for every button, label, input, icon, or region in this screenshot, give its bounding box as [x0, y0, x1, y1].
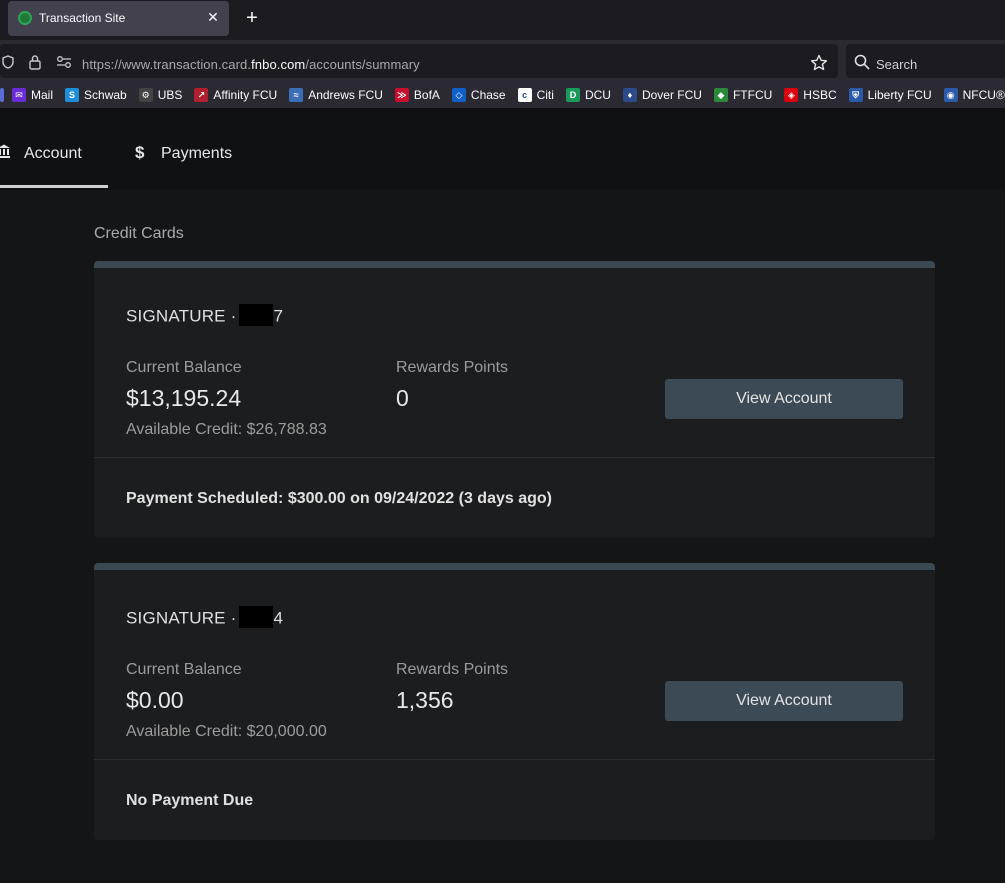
url-bar[interactable]: https://www.transaction.card.fnbo.com/ac…: [0, 44, 838, 78]
section-title: Credit Cards: [94, 225, 184, 242]
bookmark-label: Dover FCU: [641, 88, 702, 102]
tab-payments[interactable]: $ Payments: [132, 108, 252, 190]
bookmark-label: Schwab: [84, 88, 127, 102]
bookmark-chase[interactable]: ◇ Chase: [451, 88, 506, 102]
permissions-icon[interactable]: [56, 55, 72, 69]
bookmark-partial[interactable]: [0, 88, 4, 102]
bookmark-ftfcu[interactable]: ◆ FTFCU: [713, 88, 773, 102]
bookmark-label: DCU: [584, 88, 611, 102]
page-content: Account $ Payments Credit Cards SIGNATUR…: [0, 108, 1005, 883]
bookmark-ubs[interactable]: ⚙ UBS: [138, 88, 183, 102]
search-icon: [854, 54, 870, 70]
payment-status: Payment Scheduled: $300.00 on 09/24/2022…: [126, 490, 552, 507]
bookmark-label: Mail: [31, 88, 54, 102]
bookmark-label: BofA: [413, 88, 440, 102]
browser-tab-strip: Transaction Site ✕ +: [0, 0, 1005, 40]
bookmark-bofa[interactable]: ≫ BofA: [394, 88, 440, 102]
tab-account-label: Account: [24, 145, 82, 162]
active-tab-indicator: [0, 185, 108, 188]
credit-card-panel: SIGNATURE · 4 Current Balance $0.00 Avail…: [94, 563, 935, 840]
bookmark-label: HSBC: [803, 88, 837, 102]
tab-account[interactable]: Account: [0, 108, 108, 190]
nfcu-icon: ◉: [943, 88, 958, 102]
available-credit: Available Credit: $26,788.83: [126, 421, 327, 438]
bookmark-label: Liberty FCU: [867, 88, 932, 102]
bookmark-mail[interactable]: ✉ Mail: [12, 88, 53, 102]
bookmark-citi[interactable]: c Citi: [517, 88, 554, 102]
rewards-points: 0: [396, 385, 409, 411]
bookmark-hsbc[interactable]: ◈ HSBC: [784, 88, 837, 102]
card-name: SIGNATURE · 4: [126, 606, 283, 630]
tab-payments-label: Payments: [161, 145, 233, 162]
card-divider: [94, 457, 935, 458]
rewards-points: 1,356: [396, 687, 454, 713]
citi-icon: c: [517, 88, 532, 102]
card-accent-bar: [94, 563, 935, 570]
bookmark-label: Affinity FCU: [213, 88, 278, 102]
close-tab-icon[interactable]: ✕: [205, 9, 221, 25]
browser-navbar: https://www.transaction.card.fnbo.com/ac…: [0, 40, 1005, 82]
bookmark-label: UBS: [157, 88, 183, 102]
balance-label: Current Balance: [126, 661, 242, 678]
account-subnav: Account $ Payments: [0, 108, 1005, 190]
rewards-label: Rewards Points: [396, 359, 509, 376]
dollar-icon: $: [135, 143, 145, 162]
bookmark-schwab[interactable]: S Schwab: [65, 88, 127, 102]
url-text[interactable]: https://www.transaction.card.fnbo.com/ac…: [82, 57, 420, 72]
liberty-icon: ⛨: [848, 88, 863, 102]
search-placeholder: Search: [876, 57, 918, 72]
affinity-icon: ↗: [194, 88, 209, 102]
tab-title: Transaction Site: [39, 11, 126, 25]
current-balance: $0.00: [126, 687, 184, 713]
hsbc-icon: ◈: [784, 88, 799, 102]
bookmark-dcu[interactable]: D DCU: [565, 88, 611, 102]
new-tab-icon[interactable]: +: [243, 8, 261, 28]
bofa-icon: ≫: [394, 88, 409, 102]
bookmarks-toolbar: ✉ Mail S Schwab ⚙ UBS ↗ Affinity FCU ≈ Andrews FC…: [0, 82, 1005, 108]
ftfcu-icon: ◆: [713, 88, 728, 102]
redacted-block: [238, 304, 273, 326]
redacted-block: [238, 606, 273, 628]
chase-icon: ◇: [451, 88, 466, 102]
bookmark-dover-fcu[interactable]: ♦ Dover FCU: [622, 88, 702, 102]
card-accent-bar: [94, 261, 935, 268]
dover-icon: ♦: [622, 88, 637, 102]
ubs-icon: ⚙: [138, 88, 153, 102]
lock-icon[interactable]: [28, 54, 42, 70]
site-favicon-icon: [18, 11, 32, 25]
bookmark-star-icon[interactable]: [810, 54, 828, 72]
bookmark-partial-icon: [0, 88, 4, 102]
view-account-button[interactable]: View Account: [665, 379, 903, 419]
dcu-icon: D: [565, 88, 580, 102]
rewards-label: Rewards Points: [396, 661, 509, 678]
credit-card-panel: SIGNATURE · 7 Current Balance $13,195.24 …: [94, 261, 935, 538]
bookmark-label: NFCU®: [962, 88, 1005, 102]
shield-icon[interactable]: [1, 55, 15, 69]
card-name: SIGNATURE · 7: [126, 304, 283, 328]
current-balance: $13,195.24: [126, 385, 242, 411]
bookmark-andrews-fcu[interactable]: ≈ Andrews FCU: [289, 88, 383, 102]
view-account-button[interactable]: View Account: [665, 681, 903, 721]
andrews-icon: ≈: [289, 88, 304, 102]
schwab-icon: S: [65, 88, 80, 102]
browser-tab[interactable]: Transaction Site ✕: [8, 1, 229, 36]
bookmark-nfcu[interactable]: ◉ NFCU®: [943, 88, 1005, 102]
card-divider: [94, 759, 935, 760]
bookmark-label: Andrews FCU: [308, 88, 383, 102]
balance-label: Current Balance: [126, 359, 242, 376]
search-bar[interactable]: Search: [846, 44, 1005, 78]
bookmark-affinity-fcu[interactable]: ↗ Affinity FCU: [194, 88, 277, 102]
payment-status: No Payment Due: [126, 792, 254, 809]
bookmark-liberty-fcu[interactable]: ⛨ Liberty FCU: [848, 88, 932, 102]
bookmark-label: Citi: [536, 88, 554, 102]
bank-icon: [0, 144, 10, 158]
mail-icon: ✉: [12, 88, 26, 102]
bookmark-label: Chase: [470, 88, 506, 102]
available-credit: Available Credit: $20,000.00: [126, 723, 327, 740]
bookmark-label: FTFCU: [732, 88, 773, 102]
